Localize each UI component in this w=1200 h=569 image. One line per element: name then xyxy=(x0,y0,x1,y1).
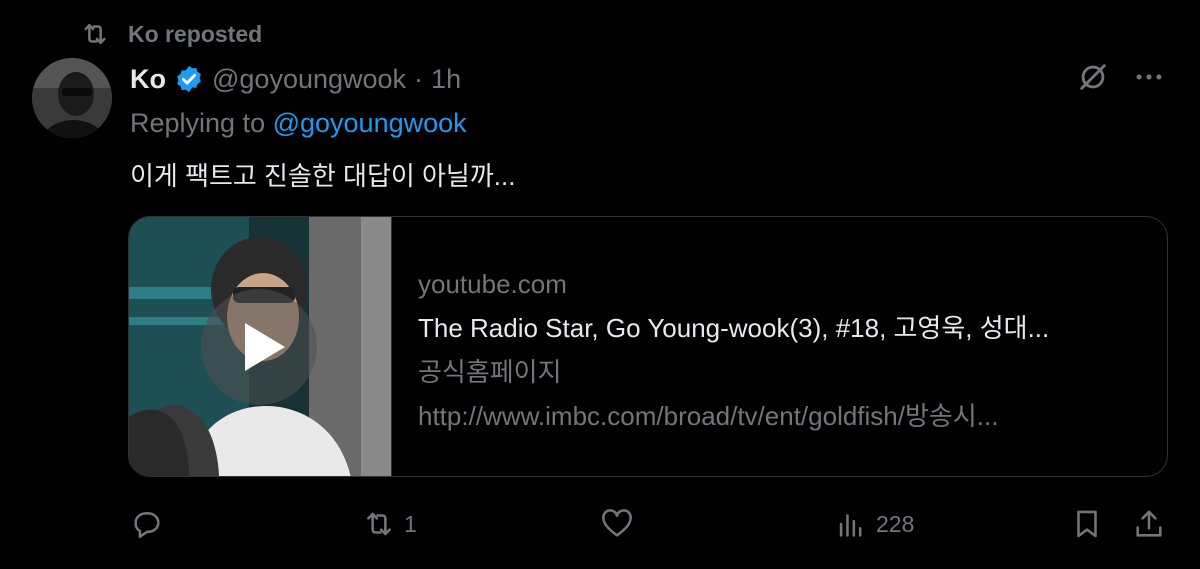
repost-button[interactable]: 1 xyxy=(362,502,417,546)
tweet-text: 이게 팩트고 진솔한 대답이 아닐까... xyxy=(130,161,516,191)
separator-dot: · xyxy=(414,63,424,94)
card-description: 공식홈페이지 xyxy=(418,357,562,387)
reply-mention-link[interactable]: @goyoungwook xyxy=(273,108,467,138)
card-url[interactable]: http://www.imbc.com/broad/tv/ent/goldfis… xyxy=(418,399,1049,443)
tweet[interactable]: Ko reposted Ko @goyoungwook · 1h Replyin… xyxy=(0,0,1200,569)
timestamp[interactable]: 1h xyxy=(431,64,461,95)
repost-icon xyxy=(367,512,391,536)
video-thumbnail[interactable] xyxy=(129,217,392,476)
views-count: 228 xyxy=(876,510,915,537)
repost-count: 1 xyxy=(404,510,417,537)
views-button[interactable]: 228 xyxy=(834,502,914,546)
card-title[interactable]: The Radio Star, Go Young-wook(3), #18, 고… xyxy=(418,311,1049,355)
replying-to: Replying to @goyoungwook xyxy=(130,108,467,139)
link-card[interactable]: youtube.com The Radio Star, Go Young-woo… xyxy=(128,216,1168,477)
reply-icon xyxy=(134,512,160,539)
play-icon[interactable] xyxy=(199,287,319,407)
repost-indicator[interactable]: Ko reposted xyxy=(80,20,262,48)
replying-prefix: Replying to xyxy=(130,108,273,138)
repost-icon xyxy=(84,24,106,44)
bookmark-icon xyxy=(1077,510,1097,538)
more-options-icon[interactable] xyxy=(1132,60,1166,94)
views-icon xyxy=(839,514,862,537)
action-bar: 1 228 xyxy=(128,502,1168,546)
share-button[interactable] xyxy=(1132,502,1166,546)
tweet-header: Ko @goyoungwook · 1h xyxy=(130,60,461,98)
share-icon xyxy=(1136,510,1162,537)
like-button[interactable] xyxy=(600,502,642,546)
avatar[interactable] xyxy=(32,58,112,138)
repost-label: Ko reposted xyxy=(128,20,263,47)
grok-icon[interactable] xyxy=(1076,60,1110,94)
avatar-image xyxy=(32,58,112,138)
heart-icon xyxy=(602,509,632,537)
card-body: youtube.com The Radio Star, Go Young-woo… xyxy=(392,217,1049,476)
display-name[interactable]: Ko xyxy=(130,64,166,95)
bookmark-button[interactable] xyxy=(1070,502,1104,546)
reply-button[interactable] xyxy=(130,502,172,546)
verified-badge-icon xyxy=(177,65,201,93)
header-actions xyxy=(1076,60,1166,94)
card-domain: youtube.com xyxy=(418,269,567,299)
author-handle[interactable]: @goyoungwook xyxy=(212,64,406,95)
